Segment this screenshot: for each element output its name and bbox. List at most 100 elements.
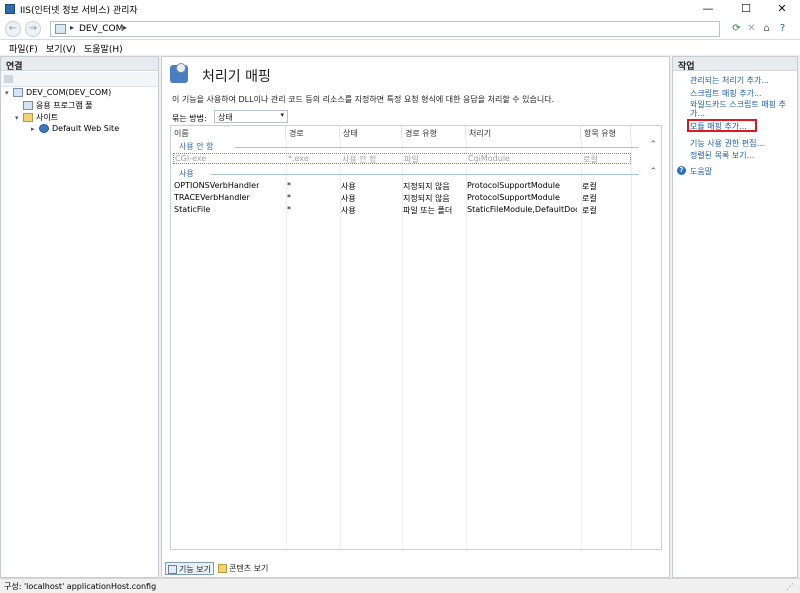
page-description: 이 기능을 사용하여 DLL이나 관리 코드 등의 리소스를 지정하면 특정 요… xyxy=(172,95,555,104)
group-header-enabled[interactable]: 사용 ⌃ xyxy=(171,167,661,179)
tree-item-label: DEV_COM(DEV_COM) xyxy=(26,88,112,97)
stop-icon[interactable]: ✕ xyxy=(745,22,758,35)
table-row[interactable]: TRACEVerbHandler * 사용 지정되지 않음 ProtocolSu… xyxy=(174,193,634,205)
handler-mappings-icon xyxy=(170,63,188,83)
help-icon: ? xyxy=(677,166,686,175)
cell-path-type: 지정되지 않음 xyxy=(403,182,450,191)
cell-path-type: 지정되지 않음 xyxy=(403,194,450,203)
group-label: 사용 xyxy=(179,169,194,178)
cell-name: TRACEVerbHandler xyxy=(174,193,250,202)
table-row[interactable]: StaticFile * 사용 파일 또는 폴더 StaticFileModul… xyxy=(174,205,634,217)
forward-button[interactable]: → xyxy=(25,21,41,37)
globe-refresh-icon[interactable]: ⟳ xyxy=(730,22,743,35)
window-title: IIS(인터넷 정보 서비스) 관리자 xyxy=(20,6,138,16)
action-add-script-map[interactable]: 스크립트 매핑 추가... xyxy=(690,88,762,99)
group-divider xyxy=(235,147,639,148)
cell-name: OPTIONSVerbHandler xyxy=(174,181,260,190)
maximize-button[interactable]: ☐ xyxy=(728,0,764,18)
cell-entry-type: 로컬 xyxy=(582,194,597,203)
home-icon[interactable]: ⌂ xyxy=(760,22,773,35)
action-add-module-mapping[interactable]: 모듈 매핑 추가... xyxy=(690,121,747,132)
page-title: 처리기 매핑 xyxy=(202,69,271,85)
server-icon xyxy=(13,88,23,97)
tab-label: 콘텐츠 보기 xyxy=(229,564,269,573)
collapse-group-icon[interactable]: ⌃ xyxy=(649,167,657,177)
handler-mappings-grid: 이름 ^ 경로 상태 경로 유형 처리기 항목 유형 사용 안 함 ⌃ CGI-… xyxy=(170,125,662,550)
cell-name: StaticFile xyxy=(174,205,211,214)
column-header-name[interactable]: 이름 ^ xyxy=(171,126,286,139)
column-header-handler[interactable]: 처리기 xyxy=(466,126,581,139)
help-icon[interactable]: ? xyxy=(776,22,789,35)
cell-path: * xyxy=(287,193,291,202)
sort-ascending-icon: ^ xyxy=(223,125,230,132)
menu-bar: 파일(F) 보기(V) 도움말(H) xyxy=(0,40,800,55)
column-header-entry-type[interactable]: 항목 유형 xyxy=(581,126,631,139)
group-by-label: 묶는 방법: xyxy=(172,114,207,123)
actions-pane: 작업 관리되는 처리기 추가... 스크립트 매핑 추가... 와일드카드 스크… xyxy=(672,56,798,578)
features-view-icon xyxy=(168,565,177,574)
menu-view[interactable]: 보기(V) xyxy=(46,42,76,55)
action-edit-feature-permissions[interactable]: 기능 사용 권한 편집... xyxy=(690,138,764,149)
tree-item-label: 응용 프로그램 풀 xyxy=(36,101,93,110)
table-row[interactable]: OPTIONSVerbHandler * 사용 지정되지 않음 Protocol… xyxy=(174,181,634,193)
cell-state: 사용 xyxy=(341,182,356,191)
action-add-managed-handler[interactable]: 관리되는 처리기 추가... xyxy=(690,75,769,86)
menu-file[interactable]: 파일(F) xyxy=(9,42,38,55)
column-header-label: 이름 xyxy=(174,129,189,138)
tab-content-view[interactable]: 콘텐츠 보기 xyxy=(216,562,270,575)
breadcrumb-separator[interactable]: ▸ xyxy=(70,23,74,32)
action-add-wildcard-script-map[interactable]: 와일드카드 스크립트 매핑 추가... xyxy=(690,100,798,118)
group-by-select[interactable]: 상태 ▾ xyxy=(214,110,288,123)
group-divider xyxy=(211,174,639,175)
back-button[interactable]: ← xyxy=(5,21,21,37)
action-help[interactable]: 도움말 xyxy=(690,166,712,177)
connections-header: 연결 xyxy=(1,57,158,72)
cell-state: 사용 xyxy=(341,206,356,215)
collapse-group-icon[interactable]: ⌃ xyxy=(649,140,657,150)
group-by-value: 상태 xyxy=(218,113,233,122)
menu-help[interactable]: 도움말(H) xyxy=(84,42,123,55)
breadcrumb-server[interactable]: DEV_COM xyxy=(79,24,123,34)
tab-features-view[interactable]: 기능 보기 xyxy=(165,562,214,575)
column-header-state[interactable]: 상태 xyxy=(340,126,402,139)
globe-icon xyxy=(39,124,49,133)
server-icon xyxy=(55,24,66,34)
minimize-button[interactable]: — xyxy=(690,0,726,18)
folder-icon xyxy=(23,113,33,122)
resize-grip-icon[interactable]: ⋰ xyxy=(786,582,794,591)
tab-label: 기능 보기 xyxy=(179,565,211,574)
cell-entry-type: 로컬 xyxy=(582,206,597,215)
app-pool-icon xyxy=(23,101,33,110)
collapse-icon[interactable]: ▾ xyxy=(15,114,23,122)
tree-item-server[interactable]: ▾ DEV_COM(DEV_COM) xyxy=(5,88,119,100)
table-row[interactable]: CGI-exe *.exe 사용 안 함 파일 CgiModule 로컬 xyxy=(173,153,631,164)
collapse-icon[interactable]: ▾ xyxy=(5,89,13,97)
address-bar: ← → ▸ DEV_COM ▸ ⟳ ✕ ⌂ ? xyxy=(0,18,800,40)
expand-icon[interactable]: ▸ xyxy=(31,125,39,133)
iis-app-icon xyxy=(5,4,15,14)
cell-path: * xyxy=(287,205,291,214)
tree-item-sites[interactable]: ▾ 사이트 xyxy=(5,112,119,124)
close-button[interactable]: ✕ xyxy=(764,0,800,18)
cell-state: 사용 xyxy=(341,194,356,203)
dropdown-arrow-icon: ▾ xyxy=(280,111,284,119)
column-header-path-type[interactable]: 경로 유형 xyxy=(402,126,466,139)
breadcrumb-separator-trailing[interactable]: ▸ xyxy=(123,23,127,32)
column-header-path[interactable]: 경로 xyxy=(286,126,340,139)
tree-item-label: 사이트 xyxy=(36,113,59,122)
cell-name: CGI-exe xyxy=(175,154,207,163)
cell-path: * xyxy=(287,181,291,190)
content-view-icon xyxy=(218,564,227,573)
address-field[interactable]: ▸ DEV_COM ▸ xyxy=(50,21,720,37)
cell-state: 사용 안 함 xyxy=(342,155,377,164)
tree-item-app-pools[interactable]: 응용 프로그램 풀 xyxy=(5,100,119,112)
group-header-disabled[interactable]: 사용 안 함 ⌃ xyxy=(171,140,661,152)
cell-handler: ProtocolSupportModule xyxy=(467,193,560,202)
cell-entry-type: 로컬 xyxy=(583,155,598,164)
action-view-ordered-list[interactable]: 정렬된 목록 보기... xyxy=(690,150,754,161)
status-bar: 구성: 'localhost' applicationHost.config ⋰ xyxy=(0,578,800,593)
connections-toolbar xyxy=(1,72,158,87)
cell-path-type: 파일 xyxy=(404,155,419,164)
connect-icon[interactable] xyxy=(4,75,13,83)
tree-item-default-web-site[interactable]: ▸ Default Web Site xyxy=(5,124,119,136)
